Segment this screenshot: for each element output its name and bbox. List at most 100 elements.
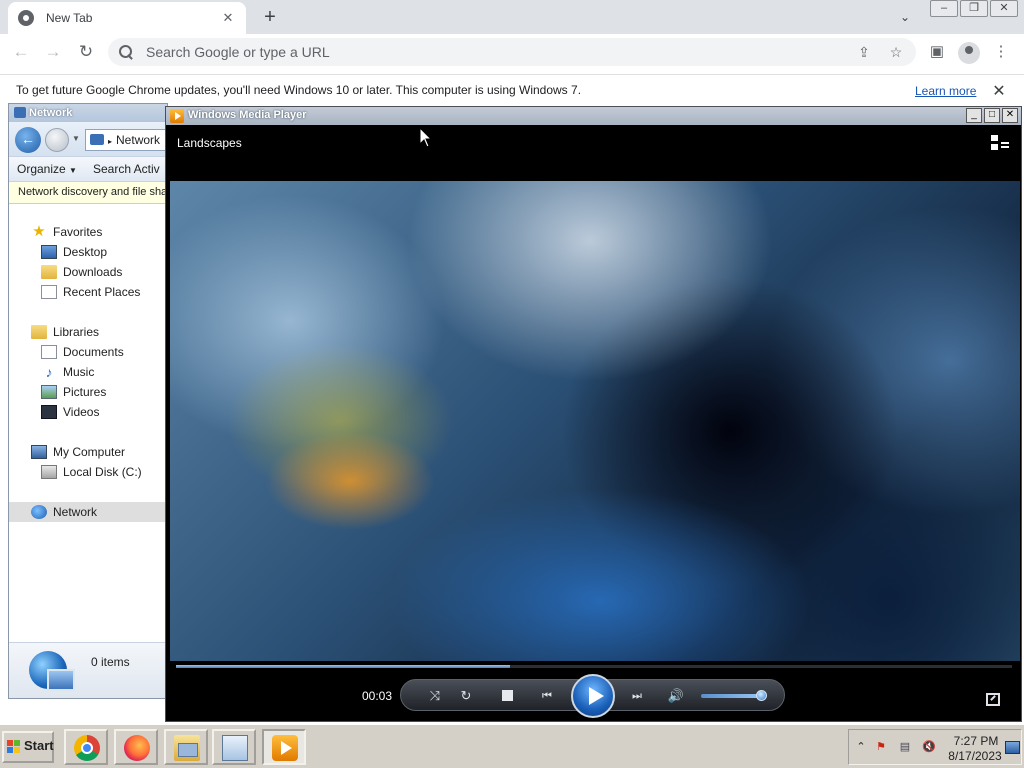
nav-item-music[interactable]: ♪ Music	[9, 362, 167, 382]
seek-bar[interactable]	[176, 665, 1012, 668]
close-window-button[interactable]: ✕	[990, 0, 1018, 17]
learn-more-link[interactable]: Learn more	[915, 84, 976, 98]
globe-icon	[29, 651, 75, 691]
clock-time[interactable]: 7:27 PM	[951, 734, 1001, 748]
restore-button[interactable]: ❐	[960, 0, 988, 17]
wmp-minimize-button[interactable]: _	[966, 108, 982, 123]
clock-date[interactable]: 8/17/2023	[945, 749, 1005, 763]
explorer-window: Network ← ▼ ▸ Network Organize ▼ Search A…	[8, 103, 168, 699]
taskbar: Start ⌃ ⚑ ▤ 🔇 7:27 PM 8/17/2023	[0, 724, 1024, 768]
taskbar-chrome[interactable]	[64, 729, 108, 765]
omnibox-input[interactable]: Search Google or type a URL	[146, 44, 842, 60]
tab-search-button[interactable]: ⌄	[894, 6, 916, 28]
folder-icon	[174, 735, 200, 761]
network-icon	[90, 134, 104, 145]
libraries-icon	[31, 325, 47, 339]
minimize-button[interactable]: –	[930, 0, 958, 17]
play-icon[interactable]	[571, 674, 615, 718]
forward-button[interactable]: →	[40, 40, 66, 64]
side-panel-icon[interactable]: ▣	[926, 42, 948, 62]
nav-item-desktop[interactable]: Desktop	[9, 242, 167, 262]
wmp-close-button[interactable]: ✕	[1002, 108, 1018, 123]
switch-to-library-icon[interactable]	[991, 135, 1009, 151]
nav-item-pictures[interactable]: Pictures	[9, 382, 167, 402]
network-discovery-infobar[interactable]: Network discovery and file sha	[9, 182, 167, 204]
network-icon	[14, 107, 26, 118]
nav-item-videos[interactable]: Videos	[9, 402, 167, 422]
next-icon[interactable]: ⏭	[623, 686, 651, 706]
mouse-cursor-icon	[420, 128, 432, 148]
start-button[interactable]: Start	[2, 731, 54, 763]
video-display[interactable]	[170, 181, 1020, 661]
explorer-address-bar: ← ▼ ▸ Network	[9, 122, 167, 156]
start-label: Start	[24, 738, 54, 753]
infobar-close-button[interactable]: ✕	[990, 81, 1008, 100]
star-icon: ★	[32, 223, 46, 240]
arrow-left-icon: ←	[12, 42, 30, 61]
media-player-title: Windows Media Player	[188, 109, 307, 121]
nav-item-downloads[interactable]: Downloads	[9, 262, 167, 282]
omnibox[interactable]: Search Google or type a URL ⇪ ☆	[108, 38, 916, 66]
action-center-flag-icon[interactable]: ⚑	[873, 740, 889, 755]
arrow-right-icon: →	[44, 42, 62, 61]
explorer-title-bar[interactable]: Network	[9, 104, 167, 122]
firefox-icon	[124, 735, 150, 761]
show-hidden-icons-icon[interactable]: ⌃	[853, 740, 869, 755]
nav-item-libraries[interactable]: Libraries	[9, 322, 167, 342]
taskbar-explorer[interactable]	[164, 729, 208, 765]
media-player-title-bar[interactable]: Windows Media Player _ □ ✕	[166, 107, 1021, 125]
volume-icon[interactable]: 🔊	[666, 686, 686, 706]
reload-button[interactable]: ↻	[73, 40, 99, 64]
nav-item-network[interactable]: Network	[9, 502, 167, 522]
fullscreen-icon[interactable]	[986, 693, 1000, 706]
system-tray: ⌃ ⚑ ▤ 🔇 7:27 PM 8/17/2023	[848, 729, 1022, 765]
infobar-text: To get future Google Chrome updates, you…	[16, 82, 582, 97]
menu-icon[interactable]: ⋮	[990, 42, 1012, 62]
show-desktop-icon[interactable]	[1005, 741, 1020, 754]
desktop-icon	[41, 245, 57, 259]
organize-button[interactable]: Organize ▼	[9, 162, 85, 176]
history-dropdown-icon[interactable]: ▼	[72, 134, 80, 143]
pictures-icon	[41, 385, 57, 399]
back-button[interactable]: ←	[8, 40, 34, 64]
nav-item-my-computer[interactable]: My Computer	[9, 442, 167, 462]
wmp-maximize-button[interactable]: □	[984, 108, 1000, 123]
search-icon	[118, 44, 134, 60]
nav-item-local-disk[interactable]: Local Disk (C:)	[9, 462, 167, 482]
now-playing-header: Landscapes	[166, 125, 1021, 181]
nav-item-documents[interactable]: Documents	[9, 342, 167, 362]
playback-controls: 00:03 ⤨ ↻ ⏮ ⏭ 🔊	[166, 661, 1021, 721]
tab-new-tab[interactable]: New Tab ✕	[8, 2, 246, 34]
volume-knob[interactable]	[755, 690, 767, 701]
taskbar-media-player[interactable]	[262, 729, 306, 765]
network-status-icon[interactable]: ▤	[897, 740, 913, 755]
explorer-back-button[interactable]: ←	[15, 127, 41, 153]
explorer-forward-button[interactable]	[45, 128, 69, 152]
nav-item-favorites[interactable]: ★ Favorites	[9, 222, 167, 242]
update-infobar: To get future Google Chrome updates, you…	[0, 74, 1024, 104]
chrome-icon	[74, 735, 100, 761]
items-count: 0 items	[91, 655, 130, 669]
previous-icon[interactable]: ⏮	[533, 686, 561, 706]
new-tab-button[interactable]: +	[258, 5, 282, 29]
disk-icon	[41, 465, 57, 479]
wmp-icon	[272, 735, 298, 761]
nav-item-recent-places[interactable]: Recent Places	[9, 282, 167, 302]
profile-icon[interactable]	[958, 42, 980, 64]
reload-icon: ↻	[78, 42, 94, 61]
shuffle-icon[interactable]: ⤨	[425, 686, 445, 706]
search-active-directory-button[interactable]: Search Activ	[85, 162, 167, 176]
tab-close-button[interactable]: ✕	[220, 10, 236, 26]
share-icon[interactable]: ⇪	[854, 44, 874, 61]
chrome-favicon-icon	[18, 10, 34, 26]
stop-icon[interactable]	[502, 690, 513, 701]
repeat-icon[interactable]: ↻	[456, 686, 476, 706]
taskbar-notepad[interactable]	[212, 729, 256, 765]
bookmark-star-icon[interactable]: ☆	[886, 44, 906, 61]
volume-slider[interactable]	[701, 690, 767, 701]
taskbar-firefox[interactable]	[114, 729, 158, 765]
chevron-down-icon: ⌄	[899, 10, 911, 24]
explorer-title: Network	[29, 107, 73, 119]
address-box[interactable]: ▸ Network	[85, 129, 167, 151]
volume-muted-icon[interactable]: 🔇	[921, 740, 937, 755]
